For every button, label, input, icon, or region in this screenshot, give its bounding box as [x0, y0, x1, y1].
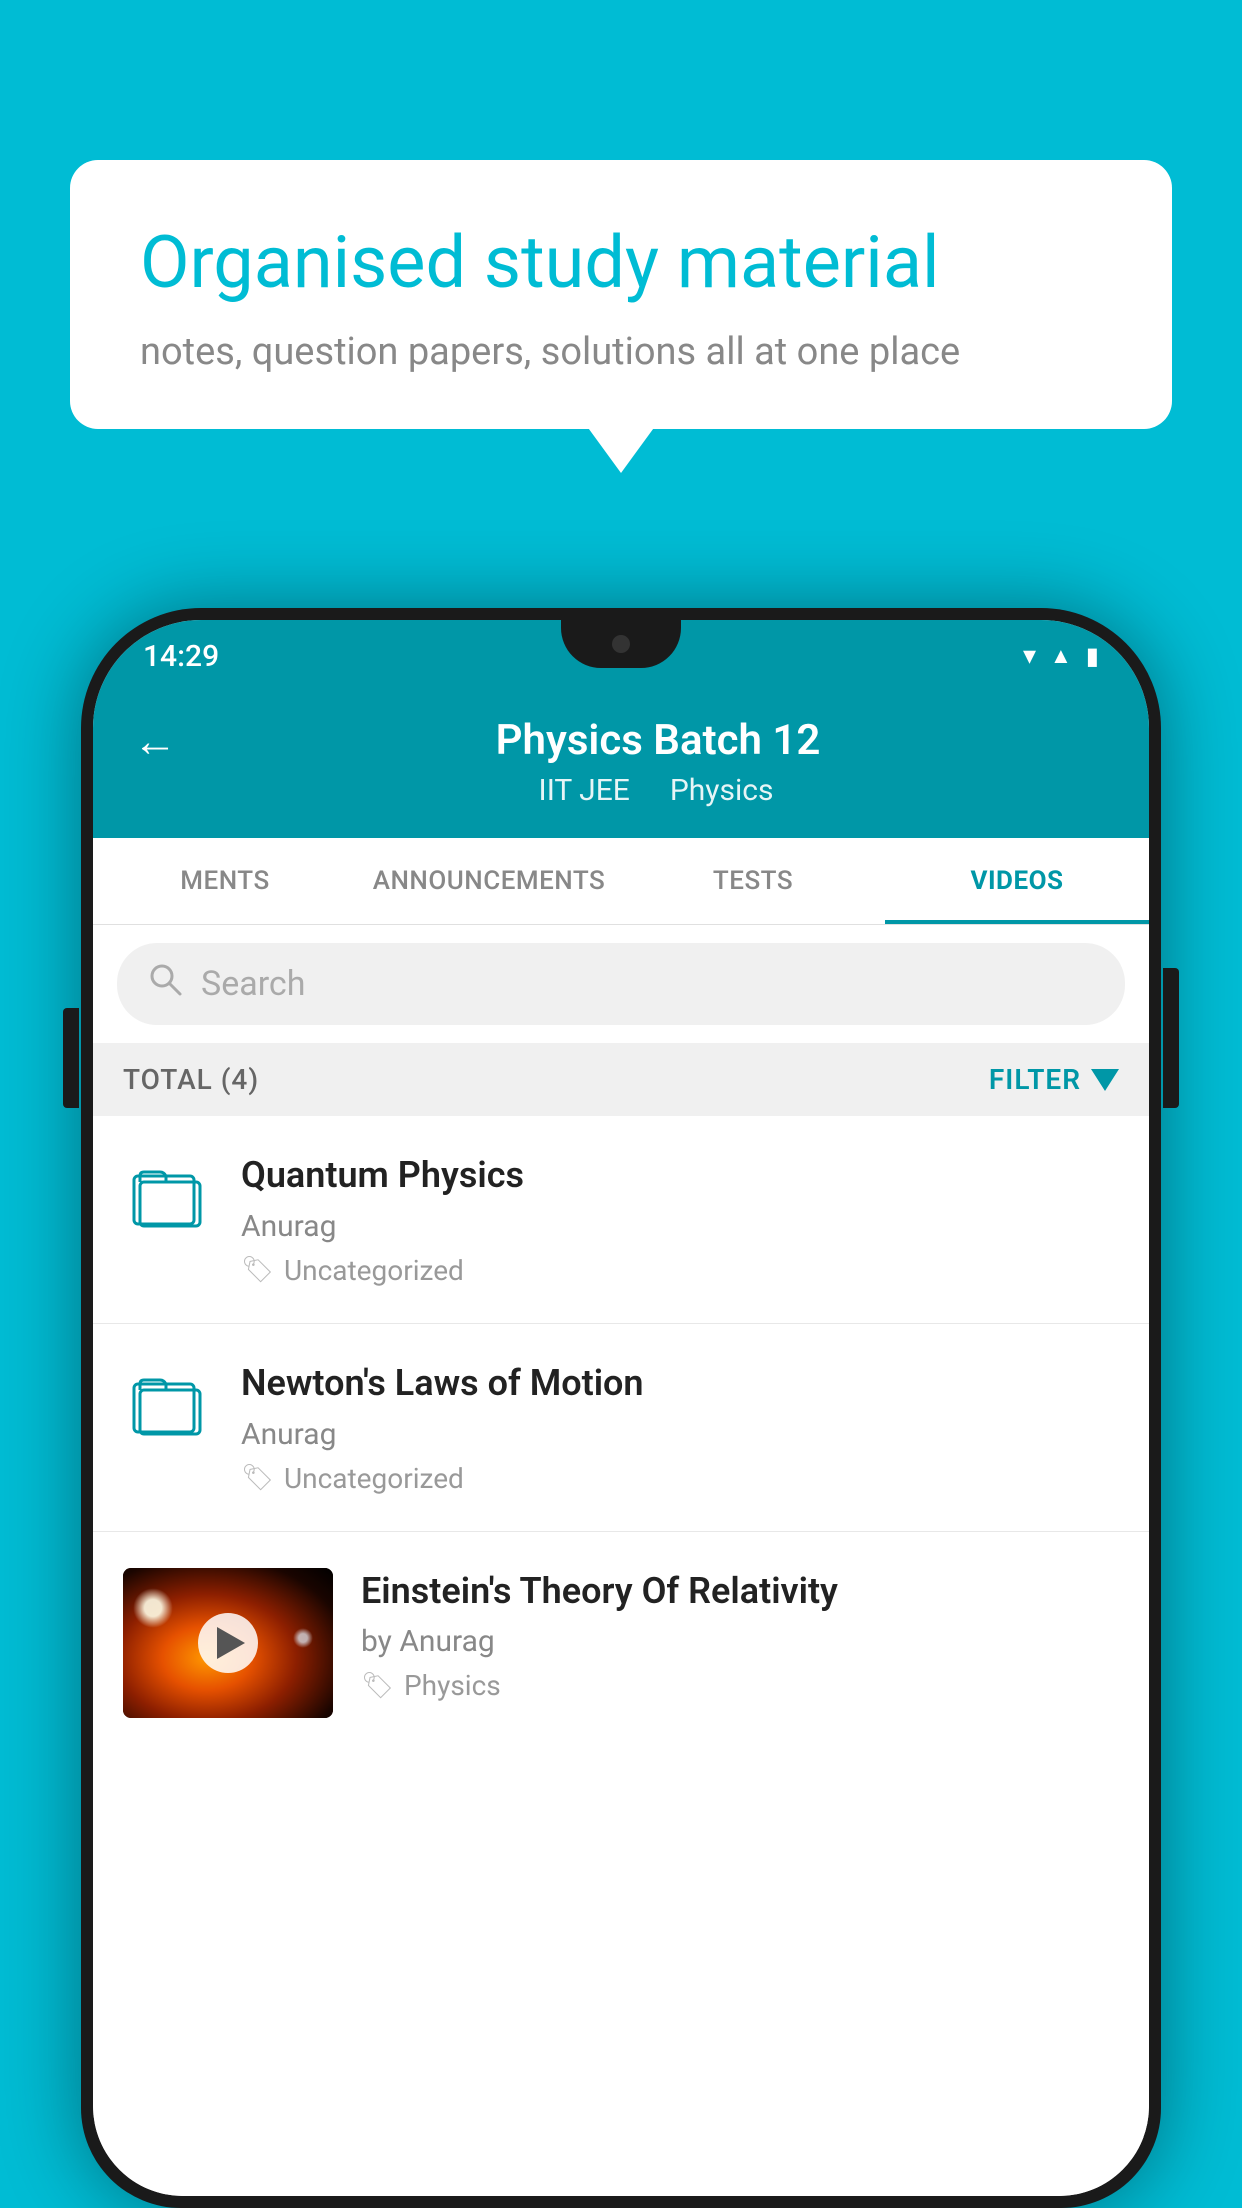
- item-title-1: Quantum Physics: [241, 1152, 1119, 1199]
- filter-label: FILTER: [989, 1063, 1081, 1096]
- tab-bar: MENTS ANNOUNCEMENTS TESTS VIDEOS: [93, 838, 1149, 925]
- video-thumbnail: [123, 1568, 333, 1718]
- status-bar: 14:29 ▾ ▲ ▮: [93, 620, 1149, 692]
- item-tag-1: 🏷 Uncategorized: [241, 1254, 1119, 1287]
- search-input[interactable]: Search: [117, 943, 1125, 1025]
- item-content-1: Quantum Physics Anurag 🏷 Uncategorized: [241, 1152, 1119, 1287]
- filter-bar: TOTAL (4) FILTER: [93, 1043, 1149, 1116]
- filter-icon: [1091, 1069, 1119, 1091]
- tag-icon-3: 🏷: [361, 1671, 394, 1701]
- item-content-2: Newton's Laws of Motion Anurag 🏷 Uncateg…: [241, 1360, 1119, 1495]
- list-item[interactable]: Quantum Physics Anurag 🏷 Uncategorized: [93, 1116, 1149, 1324]
- item-icon-1: [123, 1160, 213, 1228]
- content-list: Quantum Physics Anurag 🏷 Uncategorized: [93, 1116, 1149, 2196]
- item-title-3: Einstein's Theory Of Relativity: [361, 1568, 1119, 1615]
- tab-ments[interactable]: MENTS: [93, 838, 357, 924]
- notch: [561, 620, 681, 668]
- app-bar-subtitle: IIT JEE Physics: [133, 773, 1109, 808]
- play-button[interactable]: [198, 1613, 258, 1673]
- search-icon: [147, 961, 183, 1007]
- speech-bubble: Organised study material notes, question…: [70, 160, 1172, 429]
- list-item[interactable]: Newton's Laws of Motion Anurag 🏷 Uncateg…: [93, 1324, 1149, 1532]
- tab-tests[interactable]: TESTS: [621, 838, 885, 924]
- item-tag-label-3: Physics: [404, 1669, 501, 1702]
- camera-dot: [612, 635, 630, 653]
- item-tag-2: 🏷 Uncategorized: [241, 1462, 1119, 1495]
- list-item[interactable]: Einstein's Theory Of Relativity by Anura…: [93, 1532, 1149, 1754]
- app-bar-top: ← Physics Batch 12: [133, 716, 1109, 765]
- speech-bubble-container: Organised study material notes, question…: [70, 160, 1172, 429]
- tag-iit-jee: IIT JEE: [539, 773, 630, 808]
- subtitle-tags: IIT JEE Physics: [539, 773, 774, 808]
- item-author-3: by Anurag: [361, 1624, 1119, 1659]
- tab-videos[interactable]: VIDEOS: [885, 838, 1149, 924]
- item-author-2: Anurag: [241, 1417, 1119, 1452]
- tag-icon-2: 🏷: [241, 1463, 274, 1493]
- search-container: Search: [93, 925, 1149, 1043]
- item-tag-label-2: Uncategorized: [284, 1462, 464, 1495]
- item-author-1: Anurag: [241, 1209, 1119, 1244]
- item-tag-3: 🏷 Physics: [361, 1669, 1119, 1702]
- wifi-icon: ▾: [1023, 641, 1036, 671]
- phone-frame: 14:29 ▾ ▲ ▮ ← Physics Batch 12 IIT JEE P…: [81, 608, 1161, 2208]
- tab-announcements[interactable]: ANNOUNCEMENTS: [357, 838, 621, 924]
- filter-button[interactable]: FILTER: [989, 1063, 1119, 1096]
- total-count: TOTAL (4): [123, 1063, 259, 1096]
- item-icon-2: [123, 1368, 213, 1436]
- status-time: 14:29: [143, 639, 219, 674]
- bubble-subtitle: notes, question papers, solutions all at…: [140, 330, 1102, 374]
- app-bar: ← Physics Batch 12 IIT JEE Physics: [93, 692, 1149, 838]
- back-button[interactable]: ←: [133, 719, 177, 763]
- app-bar-title: Physics Batch 12: [207, 716, 1109, 765]
- item-title-2: Newton's Laws of Motion: [241, 1360, 1119, 1407]
- signal-icon: ▲: [1050, 643, 1072, 669]
- thumbnail-overlay: [123, 1568, 333, 1718]
- tag-icon-1: 🏷: [241, 1255, 274, 1285]
- item-tag-label-1: Uncategorized: [284, 1254, 464, 1287]
- phone-screen: 14:29 ▾ ▲ ▮ ← Physics Batch 12 IIT JEE P…: [93, 620, 1149, 2196]
- bubble-title: Organised study material: [140, 220, 1102, 306]
- item-content-3: Einstein's Theory Of Relativity by Anura…: [361, 1568, 1119, 1703]
- tag-physics: Physics: [670, 773, 774, 808]
- battery-icon: ▮: [1086, 642, 1099, 670]
- search-placeholder-text: Search: [201, 964, 305, 1004]
- status-icons: ▾ ▲ ▮: [1023, 641, 1099, 671]
- play-icon: [217, 1627, 245, 1659]
